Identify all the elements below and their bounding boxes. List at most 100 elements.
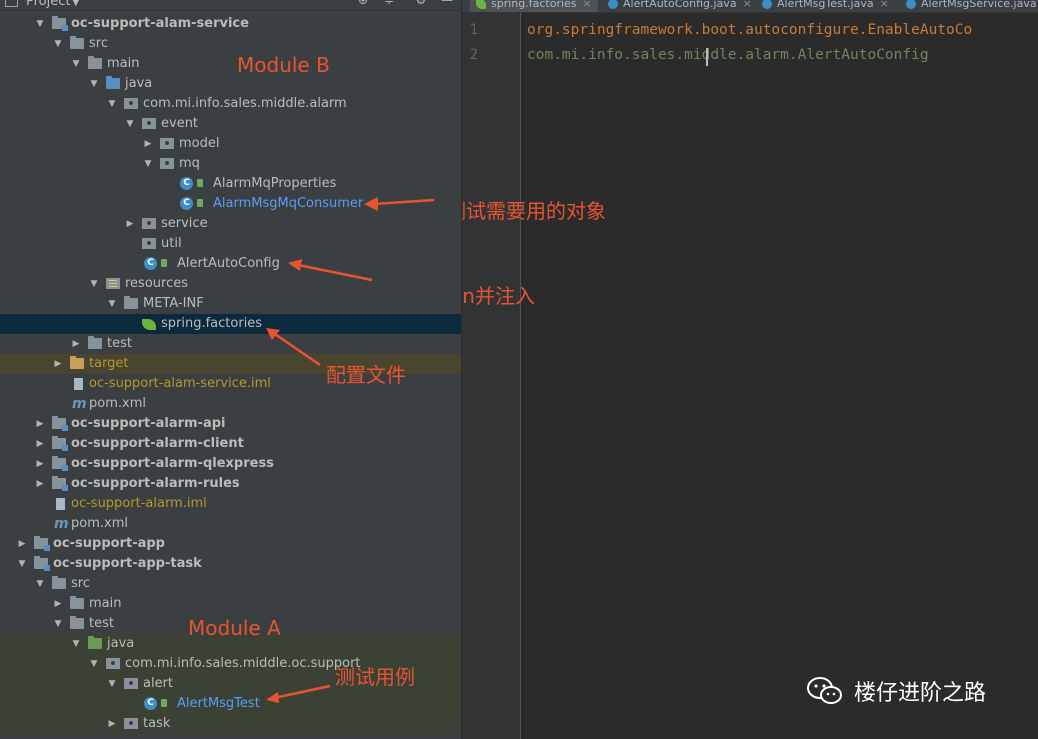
tree-row[interactable]: ▼ oc-support-alam-service: [0, 14, 461, 34]
wechat-icon: [807, 677, 842, 704]
expand-icon[interactable]: ▼: [88, 654, 100, 674]
iml-file-icon: [74, 378, 83, 390]
tree-label: pom.xml: [71, 516, 128, 531]
collapse-arrow-icon[interactable]: ▶: [34, 474, 46, 494]
module-folder-icon: [52, 416, 68, 431]
tab-label: AlertMsgTest.java: [777, 0, 874, 10]
tree-label: test: [107, 336, 132, 351]
expand-icon[interactable]: ▼: [106, 294, 118, 314]
expand-icon[interactable]: ▼: [52, 614, 64, 634]
class-icon: C: [144, 257, 157, 270]
arrow-test-case: [266, 684, 331, 703]
tree-row[interactable]: ▶ oc-support-app: [0, 534, 461, 554]
code-line[interactable]: com.mi.info.sales.middle.alarm.AlertAuto…: [527, 47, 929, 63]
locate-icon[interactable]: ⊕: [356, 0, 370, 6]
tree-row[interactable]: ▼ mq: [0, 154, 461, 174]
tree-row[interactable]: ▼ META-INF: [0, 294, 461, 314]
lock-icon: [197, 179, 203, 187]
tree-row[interactable]: ▼ event: [0, 114, 461, 134]
tree-row[interactable]: ▶ service: [0, 214, 461, 234]
expand-icon[interactable]: ▼: [34, 14, 46, 34]
project-title[interactable]: Project: [26, 0, 70, 9]
tab-spring-factories[interactable]: spring.factories ×: [470, 0, 598, 12]
tree-row-selected[interactable]: spring.factories: [0, 314, 461, 334]
hide-icon[interactable]: —: [440, 0, 454, 6]
tree-row[interactable]: ▶ oc-support-alarm-rules: [0, 474, 461, 494]
collapse-arrow-icon[interactable]: ▶: [52, 594, 64, 614]
expand-icon[interactable]: ▼: [70, 54, 82, 74]
lock-icon: [197, 199, 203, 207]
tree-label: java: [107, 636, 135, 651]
tree-label: oc-support-alam-service.iml: [89, 376, 271, 391]
tab-alertmsgservice[interactable]: AlertMsgService.java: [900, 0, 1038, 12]
tree-row[interactable]: ▼ java: [0, 74, 461, 94]
code-line[interactable]: org.springframework.boot.autoconfigure.E…: [527, 22, 972, 38]
collapse-arrow-icon[interactable]: ▶: [16, 534, 28, 554]
project-dropdown-icon[interactable]: ▼: [72, 0, 80, 8]
annotation-module-a: Module A: [188, 616, 281, 640]
class-icon: [906, 0, 916, 9]
collapse-arrow-icon[interactable]: ▶: [34, 454, 46, 474]
collapse-arrow-icon[interactable]: ▶: [124, 214, 136, 234]
tree-row[interactable]: ▶ model: [0, 134, 461, 154]
expand-icon[interactable]: ▼: [106, 94, 118, 114]
expand-icon[interactable]: ▼: [106, 674, 118, 694]
annotation-config-file: 配置文件: [326, 363, 406, 387]
expand-icon[interactable]: ▼: [142, 154, 154, 174]
tree-row[interactable]: util: [0, 234, 461, 254]
tree-row[interactable]: ▼ oc-support-app-task: [0, 554, 461, 574]
expand-icon[interactable]: ▼: [34, 574, 46, 594]
module-folder-icon: [52, 476, 68, 491]
line-gutter: 1 2: [462, 12, 521, 739]
close-icon[interactable]: ×: [743, 0, 752, 10]
expand-icon[interactable]: ▼: [52, 34, 64, 54]
expand-icon[interactable]: ▼: [88, 74, 100, 94]
tree-row[interactable]: C AlertAutoConfig: [0, 254, 461, 274]
resources-folder-icon: [106, 278, 120, 289]
tree-row[interactable]: ▶ main: [0, 594, 461, 614]
tab-alertautoconfig[interactable]: AlertAutoConfig.java ×: [602, 0, 758, 12]
spring-leaf-icon: [476, 0, 486, 9]
tree-row[interactable]: ▼ src: [0, 574, 461, 594]
tree-row[interactable]: ▶ oc-support-alarm-qlexpress: [0, 454, 461, 474]
tree-row[interactable]: m pom.xml: [0, 514, 461, 534]
tree-label: oc-support-app-task: [53, 556, 202, 571]
collapse-arrow-icon[interactable]: ▶: [106, 714, 118, 734]
tree-label: AlarmMqProperties: [213, 176, 337, 191]
expand-icon[interactable]: ▼: [124, 114, 136, 134]
tree-row[interactable]: ▶ oc-support-alarm-api: [0, 414, 461, 434]
tree-row[interactable]: ▼ resources: [0, 274, 461, 294]
close-icon[interactable]: ×: [583, 0, 592, 10]
source-folder-icon: [106, 76, 120, 89]
collapse-arrow-icon[interactable]: ▶: [34, 434, 46, 454]
gear-icon[interactable]: ⚙: [414, 0, 428, 6]
expand-icon[interactable]: ▼: [16, 554, 28, 574]
collapse-arrow-icon[interactable]: ▶: [70, 334, 82, 354]
tree-row[interactable]: ▶ test: [0, 334, 461, 354]
tree-row[interactable]: oc-support-alarm.iml: [0, 494, 461, 514]
tree-label: oc-support-alam-service: [71, 16, 249, 31]
project-toolbar: Project ▼ ⊕ ≑ ⚙ —: [0, 0, 461, 11]
tree-row[interactable]: m pom.xml: [0, 394, 461, 414]
collapse-arrow-icon[interactable]: ▶: [142, 134, 154, 154]
tree-label: AlertMsgTest: [177, 696, 260, 711]
tree-row[interactable]: C AlertMsgTest: [0, 694, 461, 714]
close-icon[interactable]: ×: [880, 0, 889, 10]
collapse-icon[interactable]: ≑: [382, 0, 396, 6]
tree-row[interactable]: ▼ main: [0, 54, 461, 74]
tab-label: AlertAutoConfig.java: [623, 0, 737, 10]
tree-row[interactable]: ▼ com.mi.info.sales.middle.alarm: [0, 94, 461, 114]
tab-alertmsgtest[interactable]: AlertMsgTest.java ×: [756, 0, 895, 12]
tree-row[interactable]: ▶ task: [0, 714, 461, 734]
collapse-arrow-icon[interactable]: ▶: [52, 354, 64, 374]
expand-icon[interactable]: ▼: [88, 274, 100, 294]
expand-icon[interactable]: ▼: [70, 634, 82, 654]
tree-row[interactable]: ▼ src: [0, 34, 461, 54]
tree-label: mq: [179, 156, 200, 171]
tree-row[interactable]: ▶ oc-support-alarm-client: [0, 434, 461, 454]
collapse-arrow-icon[interactable]: ▶: [34, 414, 46, 434]
arrow-test-object: [364, 197, 435, 211]
package-icon: [106, 658, 120, 669]
tree-label: oc-support-app: [53, 536, 165, 551]
project-icon: [5, 0, 18, 7]
